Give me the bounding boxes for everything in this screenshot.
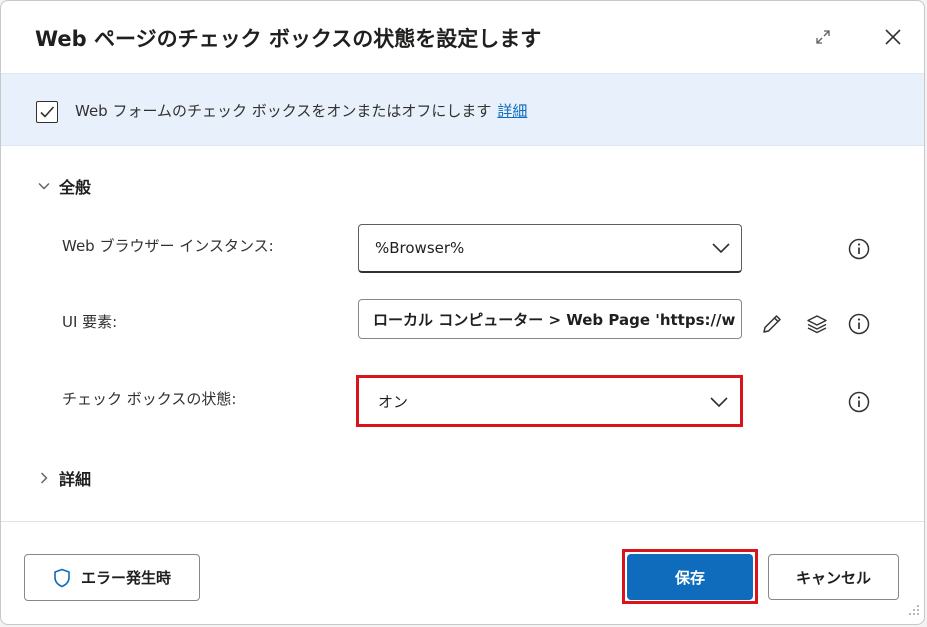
section-general-label: 全般 [59,178,92,197]
edit-ui-element-button[interactable] [759,311,785,337]
dialog-title: Web ページのチェック ボックスの状態を設定します [35,27,542,51]
chevron-down-icon [699,396,739,408]
section-general[interactable]: 全般 [37,174,91,198]
ui-element-label: UI 要素: [62,313,118,331]
info-icon [848,391,870,413]
on-error-label: エラー発生時 [80,569,171,587]
on-error-button[interactable]: エラー発生時 [24,554,200,601]
info-icon [848,238,870,260]
checkbox-state-label: チェック ボックスの状態: [62,390,237,408]
details-link[interactable]: 詳細 [497,102,527,120]
layers-button[interactable] [804,311,830,337]
chevron-down-icon [38,183,50,190]
chevron-right-icon [41,472,48,484]
expand-icon [816,30,830,44]
checkbox-state-value: オン [378,393,409,411]
footer-divider [1,521,924,522]
browser-instance-dropdown[interactable]: %Browser% [358,224,742,273]
pencil-icon [763,315,781,333]
checkbox-state-info-button[interactable] [847,390,871,414]
layers-icon [807,315,827,334]
info-icon [848,313,870,335]
section-advanced[interactable]: 詳細 [37,466,91,490]
banner-text: Web フォームのチェック ボックスをオンまたはオフにします 詳細 [75,100,527,121]
browser-instance-info-button[interactable] [847,237,871,261]
ui-element-info-button[interactable] [847,312,871,336]
checkbox-icon [36,101,58,123]
expand-button[interactable] [811,25,835,49]
save-label: 保存 [674,568,705,587]
chevron-down-icon [701,242,741,254]
browser-instance-label: Web ブラウザー インスタンス: [62,237,274,255]
close-icon [885,29,901,45]
info-banner: Web フォームのチェック ボックスをオンまたはオフにします 詳細 [1,73,924,146]
cancel-label: キャンセル [795,568,871,587]
ui-element-value: ローカル コンピューター > Web Page 'https://w [373,310,736,329]
section-advanced-label: 詳細 [59,470,92,489]
browser-instance-value: %Browser% [375,239,465,257]
resize-grip-icon[interactable] [908,601,920,620]
save-button[interactable]: 保存 [627,554,753,600]
cancel-button[interactable]: キャンセル [768,554,899,600]
banner-description: Web フォームのチェック ボックスをオンまたはオフにします [75,102,492,120]
shield-icon [54,568,70,587]
close-button[interactable] [881,25,905,49]
ui-element-dropdown[interactable]: ローカル コンピューター > Web Page 'https://w [358,299,742,339]
dialog: Web ページのチェック ボックスの状態を設定します Web フォームのチェック… [0,0,925,625]
checkbox-state-dropdown[interactable]: オン [361,380,739,423]
